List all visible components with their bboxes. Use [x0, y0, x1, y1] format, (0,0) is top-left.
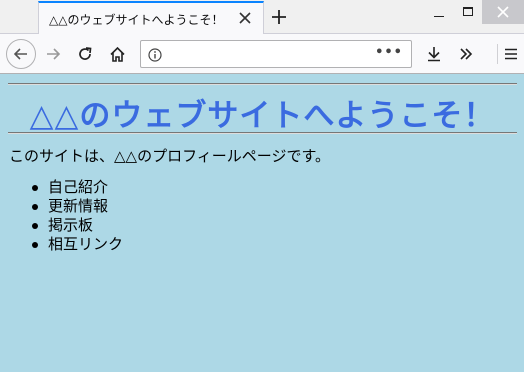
close-icon — [497, 6, 509, 18]
forward-arrow-icon — [47, 48, 61, 60]
overflow-button[interactable] — [453, 41, 479, 67]
list-item: 相互リンク — [30, 235, 123, 254]
top-rule — [8, 83, 517, 85]
page-content: △△のウェブサイトへようこそ！ このサイトは、△△のプロフィールページです。 自… — [0, 74, 524, 372]
home-icon — [109, 46, 125, 62]
intro-text: このサイトは、△△のプロフィールページです。 — [9, 147, 330, 165]
tab-strip: △△のウェブサイトへようこそ！ — [0, 0, 524, 34]
list-item: 掲示板 — [30, 216, 123, 235]
maximize-icon[interactable] — [463, 7, 473, 16]
tab-active[interactable]: △△のウェブサイトへようこそ！ — [38, 1, 264, 34]
close-tab-icon[interactable] — [237, 10, 253, 26]
url-input[interactable] — [169, 45, 379, 63]
info-icon[interactable] — [148, 47, 162, 66]
page-actions-icon[interactable]: ••• — [375, 45, 403, 60]
download-button[interactable] — [421, 41, 447, 67]
back-arrow-icon — [13, 48, 27, 60]
home-button[interactable] — [104, 41, 130, 67]
address-bar[interactable]: ••• — [140, 40, 412, 68]
list-item: 自己紹介 — [30, 178, 123, 197]
bottom-rule — [8, 132, 517, 134]
list-item: 更新情報 — [30, 197, 123, 216]
reload-icon — [79, 47, 92, 60]
new-tab-plus-icon[interactable] — [270, 8, 288, 26]
window-close-button[interactable] — [482, 0, 524, 24]
forward-button[interactable] — [40, 41, 66, 67]
overflow-chevrons-icon — [460, 48, 473, 60]
tab-title: △△のウェブサイトへようこそ！ — [49, 13, 224, 27]
navigation-toolbar: ••• — [0, 34, 524, 74]
reload-button[interactable] — [72, 41, 98, 67]
page-heading: △△のウェブサイトへようこそ！ — [29, 98, 496, 134]
hamburger-menu-icon — [505, 48, 517, 60]
menu-list: 自己紹介 更新情報 掲示板 相互リンク — [30, 178, 123, 254]
menu-button[interactable] — [498, 41, 524, 67]
download-icon — [428, 47, 440, 62]
back-button[interactable] — [6, 39, 36, 69]
minimize-icon[interactable] — [434, 16, 444, 17]
